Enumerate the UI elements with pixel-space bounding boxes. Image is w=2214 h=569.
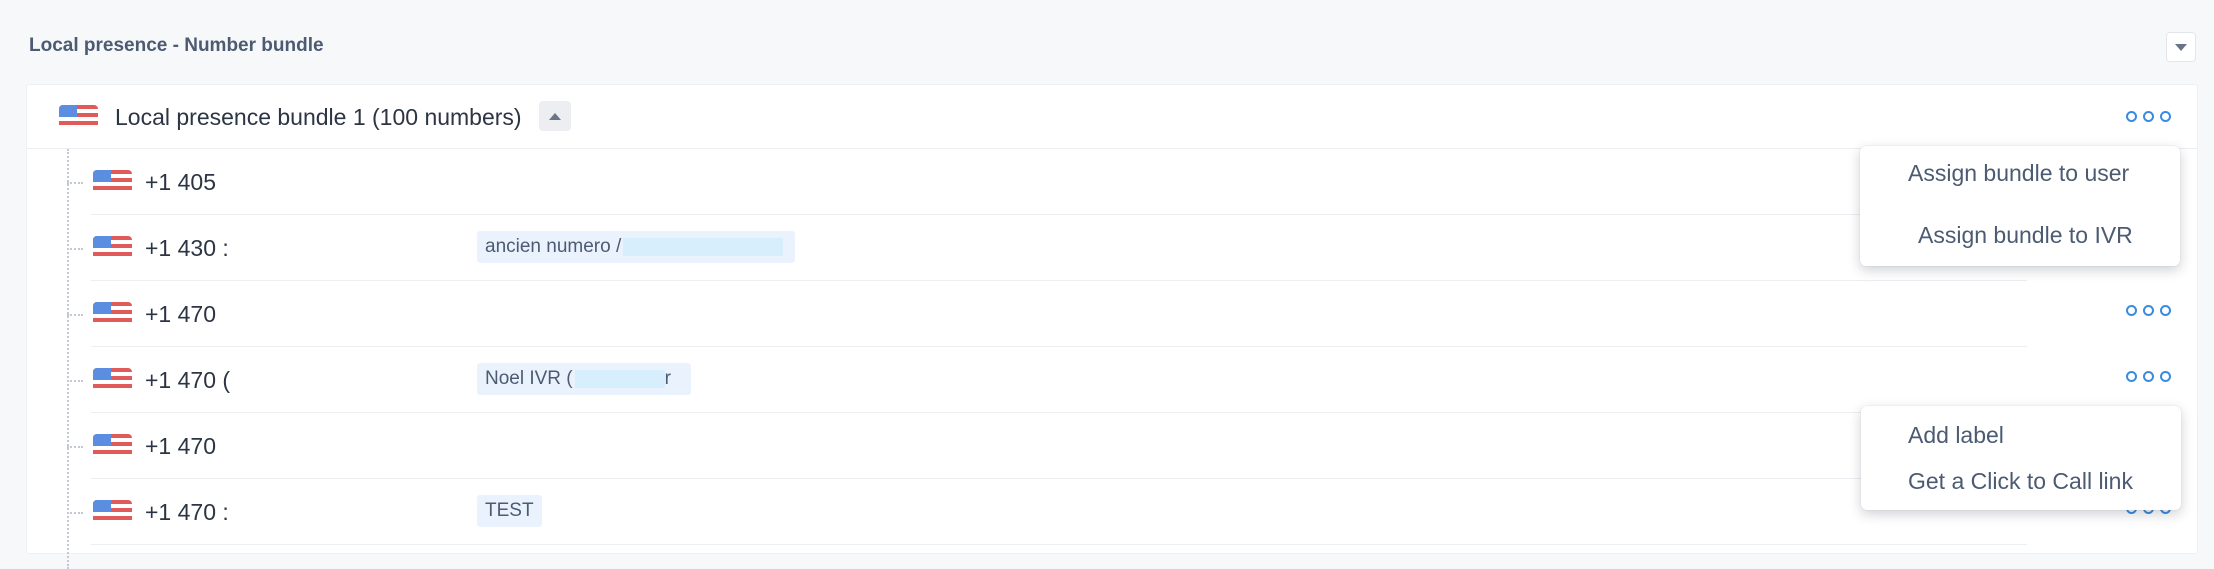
redacted-text: [574, 370, 665, 388]
us-flag-icon: [93, 434, 132, 458]
chevron-down-icon: [2175, 43, 2187, 51]
number-label-text: TEST: [485, 500, 534, 521]
number-row[interactable]: +1 405: [67, 149, 2027, 215]
number-label-chip: Noel IVR ( r: [477, 363, 691, 395]
number-label-text: ancien numero /: [485, 236, 622, 257]
dot: [2126, 111, 2137, 122]
redacted-text: [623, 238, 784, 256]
tree-connector: [67, 446, 83, 448]
section-collapse-button[interactable]: [2166, 32, 2196, 62]
us-flag-icon: [93, 170, 132, 194]
us-flag-icon: [93, 368, 132, 392]
number-row[interactable]: +1 430 : ancien numero /: [67, 215, 2027, 281]
section-title: Local presence - Number bundle: [29, 35, 324, 56]
bundle-row: Local presence bundle 1 (100 numbers): [27, 85, 2197, 149]
tree-line: [67, 149, 69, 569]
tree-connector: [67, 512, 83, 514]
bundle-title: Local presence bundle 1 (100 numbers): [115, 104, 522, 130]
bundle-options-menu: Assign bundle to user Assign bundle to I…: [1860, 146, 2180, 266]
tree-connector: [67, 314, 83, 316]
number-row[interactable]: +1 470: [67, 281, 2027, 347]
menu-item-click-to-call-link[interactable]: Get a Click to Call link: [1908, 468, 2133, 495]
dot: [2126, 371, 2137, 382]
number-label-chip: ancien numero /: [477, 231, 795, 263]
dot: [2160, 111, 2171, 122]
phone-number: +1 470: [145, 433, 216, 459]
menu-item-assign-ivr[interactable]: Assign bundle to IVR: [1918, 222, 2133, 249]
phone-number: +1 470 :: [145, 499, 229, 525]
tree-connector: [67, 182, 83, 184]
phone-number: +1 405: [145, 169, 216, 195]
tree-connector: [67, 248, 83, 250]
number-label-chip: TEST: [477, 495, 542, 527]
number-options-menu: Add label Get a Click to Call link: [1861, 406, 2181, 510]
row-more-options-icon[interactable]: [2126, 305, 2171, 316]
number-label-text: Noel IVR (: [485, 368, 573, 389]
tree-connector: [67, 380, 83, 382]
us-flag-icon: [93, 302, 132, 326]
dot: [2126, 305, 2137, 316]
dot: [2143, 371, 2154, 382]
dot: [2143, 111, 2154, 122]
dot: [2143, 305, 2154, 316]
dot: [2160, 305, 2171, 316]
menu-item-assign-user[interactable]: Assign bundle to user: [1908, 160, 2129, 187]
bundle-expand-button[interactable]: [539, 101, 571, 131]
number-row[interactable]: +1 470 : TEST: [67, 479, 2027, 545]
phone-number: +1 430 :: [145, 235, 229, 261]
phone-number: +1 470: [145, 301, 216, 327]
number-row[interactable]: +1 470: [67, 413, 2027, 479]
us-flag-icon: [93, 500, 132, 524]
row-more-options-icon[interactable]: [2126, 371, 2171, 382]
number-label-tail: r: [664, 368, 671, 389]
chevron-up-icon: [549, 112, 561, 120]
menu-item-add-label[interactable]: Add label: [1908, 422, 2004, 449]
dot: [2160, 371, 2171, 382]
phone-number: +1 470 (: [145, 367, 231, 393]
bundle-more-options-icon[interactable]: [2126, 111, 2171, 122]
us-flag-icon: [59, 105, 98, 129]
us-flag-icon: [93, 236, 132, 260]
number-row[interactable]: +1 470 ( Noel IVR ( r: [67, 347, 2027, 413]
